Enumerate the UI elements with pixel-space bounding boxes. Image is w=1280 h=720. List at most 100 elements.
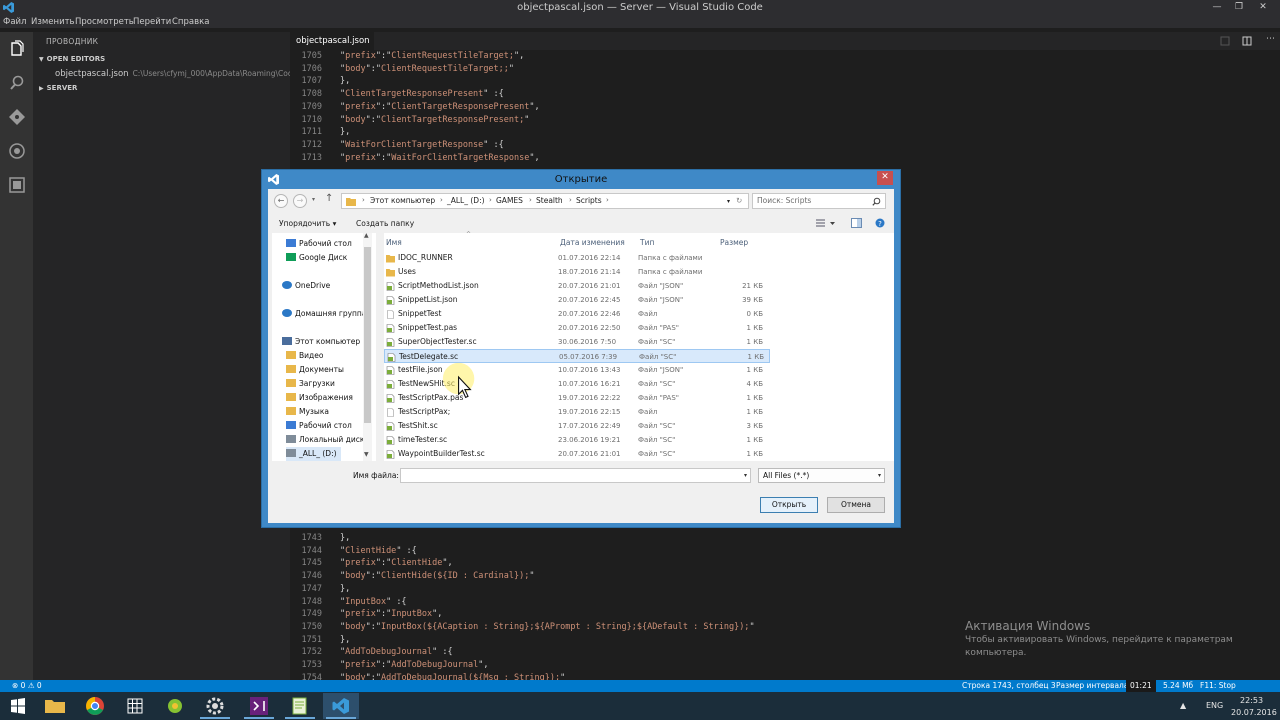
- file-row[interactable]: TestNewSHit.sc 10.07.2016 16:21 Файл "SC" 4…: [384, 377, 770, 391]
- nav-item[interactable]: Google Диск: [286, 251, 347, 265]
- nav-item[interactable]: Рабочий стол: [286, 419, 352, 433]
- new-folder-button[interactable]: Создать папку: [356, 219, 414, 228]
- extensions-icon[interactable]: [8, 176, 26, 194]
- more-actions-icon[interactable]: ⋯: [1266, 34, 1276, 44]
- filename-input[interactable]: ▾: [400, 468, 751, 483]
- scroll-down-icon[interactable]: ▼: [364, 451, 369, 458]
- nav-pane-scroll-thumb[interactable]: [364, 247, 371, 423]
- split-editor-icon[interactable]: [1242, 36, 1252, 46]
- recent-locations-icon[interactable]: ▾: [312, 196, 315, 203]
- menu-go[interactable]: Перейти: [133, 16, 171, 28]
- maximize-button[interactable]: ❐: [1228, 0, 1250, 16]
- search-icon[interactable]: [8, 74, 26, 92]
- breadcrumb-drive-d[interactable]: _ALL_ (D:): [447, 196, 485, 205]
- file-row[interactable]: testFile.json 10.07.2016 13:43 Файл "JSON"…: [384, 363, 770, 377]
- file-explorer-taskbar-button[interactable]: [37, 693, 73, 719]
- keyboard-language[interactable]: ENG: [1206, 701, 1223, 710]
- store-taskbar-button[interactable]: [117, 693, 153, 719]
- nav-item[interactable]: Изображения: [286, 391, 353, 405]
- address-dropdown-icon[interactable]: ▾: [727, 198, 730, 205]
- notepad-taskbar-button[interactable]: [282, 693, 318, 719]
- problems-indicator[interactable]: ⊗ 0 ⚠ 0: [12, 681, 42, 690]
- indentation-status[interactable]: Размер интервала: [1056, 681, 1128, 690]
- organize-button[interactable]: Упорядочить ▾: [279, 219, 336, 228]
- file-row[interactable]: TestDelegate.sc 05.07.2016 7:39 Файл "SC" 1…: [384, 349, 770, 363]
- search-input[interactable]: [757, 196, 865, 205]
- nav-item[interactable]: Этот компьютер: [282, 335, 360, 349]
- file-row[interactable]: SnippetTest.pas 20.07.2016 22:50 Файл "PAS…: [384, 321, 770, 335]
- breadcrumb-this-pc[interactable]: Этот компьютер: [370, 196, 435, 205]
- file-row[interactable]: Uses 18.07.2016 21:14 Папка с файлами: [384, 265, 770, 279]
- file-row[interactable]: TestShit.sc 17.07.2016 22:49 Файл "SC" 3 КБ: [384, 419, 770, 433]
- file-row[interactable]: timeTester.sc 23.06.2016 19:21 Файл "SC" 1 …: [384, 433, 770, 447]
- start-button[interactable]: [0, 693, 36, 719]
- cursor-position[interactable]: Строка 1743, столбец 3: [962, 681, 1056, 690]
- source-control-icon[interactable]: [8, 108, 26, 126]
- nav-item[interactable]: Домашняя группа: [282, 307, 366, 321]
- breadcrumb-scripts[interactable]: Scripts: [576, 196, 602, 205]
- menu-edit[interactable]: Изменить: [31, 16, 75, 28]
- menu-view[interactable]: Просмотреть: [75, 16, 134, 28]
- tray-up-arrow-icon[interactable]: ▲: [1180, 701, 1186, 710]
- view-options-icon[interactable]: [815, 219, 837, 228]
- settings-taskbar-button[interactable]: [197, 693, 233, 719]
- search-icon[interactable]: [872, 197, 881, 206]
- tab-objectpascal-json[interactable]: objectpascal.json: [290, 32, 374, 50]
- file-row[interactable]: IDOC_RUNNER 01.07.2016 22:14 Папка с файла…: [384, 251, 770, 265]
- file-type-filter[interactable]: All Files (*.*) ▾: [758, 468, 885, 483]
- nav-item[interactable]: Рабочий стол: [286, 237, 352, 251]
- nav-item[interactable]: Документы: [286, 363, 344, 377]
- dialog-close-button[interactable]: ✕: [877, 171, 893, 185]
- nav-item[interactable]: Локальный диск: [286, 433, 364, 447]
- file-row[interactable]: TestScriptPax.pas 19.07.2016 22:22 Файл "P…: [384, 391, 770, 405]
- open-editor-item[interactable]: objectpascal.json C:\Users\cfymj_000\AppD…: [55, 69, 304, 79]
- open-button[interactable]: Открыть: [760, 497, 818, 513]
- debug-icon[interactable]: [8, 142, 26, 160]
- chrome-taskbar-button[interactable]: [77, 693, 113, 719]
- file-size: 39 КБ: [742, 296, 763, 304]
- open-changes-icon[interactable]: [1220, 36, 1230, 46]
- close-window-button[interactable]: ✕: [1252, 0, 1274, 16]
- file-row[interactable]: TestScriptPax; 19.07.2016 22:15 Файл 1 КБ: [384, 405, 770, 419]
- breadcrumb-games[interactable]: GAMES: [496, 196, 523, 205]
- cancel-button[interactable]: Отмена: [827, 497, 885, 513]
- clock-time[interactable]: 22:53: [1240, 696, 1263, 705]
- help-icon[interactable]: ?: [875, 218, 885, 228]
- column-header-name[interactable]: Имя: [386, 238, 402, 247]
- visual-studio-taskbar-button[interactable]: [241, 693, 277, 719]
- recording-stop[interactable]: F11: Stop: [1200, 681, 1236, 690]
- column-header-type[interactable]: Тип: [640, 238, 654, 247]
- server-section[interactable]: ▶ SERVER: [39, 84, 77, 92]
- up-folder-icon[interactable]: ↑: [325, 193, 333, 204]
- file-row[interactable]: SnippetTest 20.07.2016 22:46 Файл 0 КБ: [384, 307, 770, 321]
- breadcrumb-stealth[interactable]: Stealth: [536, 196, 563, 205]
- explorer-icon[interactable]: [8, 40, 26, 58]
- nav-item[interactable]: Загрузки: [286, 377, 335, 391]
- search-scripts-box[interactable]: [752, 193, 886, 209]
- game-taskbar-button[interactable]: [157, 693, 193, 719]
- file-row[interactable]: ScriptMethodList.json 20.07.2016 21:01 Фай…: [384, 279, 770, 293]
- menu-help[interactable]: Справка: [172, 16, 209, 28]
- nav-item[interactable]: OneDrive: [282, 279, 330, 293]
- menu-file[interactable]: Файл: [3, 16, 26, 28]
- clock-date[interactable]: 20.07.2016: [1231, 708, 1277, 717]
- file-row[interactable]: SnippetList.json 20.07.2016 22:45 Файл "JS…: [384, 293, 770, 307]
- nav-item[interactable]: _ALL_ (D:): [286, 447, 341, 461]
- scroll-up-icon[interactable]: ▲: [364, 232, 369, 239]
- column-header-size[interactable]: Размер: [720, 238, 748, 247]
- nav-item[interactable]: Видео: [286, 349, 323, 363]
- file-row[interactable]: SuperObjectTester.sc 30.06.2016 7:50 Файл …: [384, 335, 770, 349]
- nav-pane-scrollbar[interactable]: ▲ ▼: [363, 232, 372, 461]
- column-header-date[interactable]: Дата изменения: [560, 238, 625, 247]
- file-row[interactable]: WaypointBuilderTest.sc 20.07.2016 21:01 Фа…: [384, 447, 770, 461]
- address-bar[interactable]: › Этот компьютер › _ALL_ (D:) › GAMES › …: [341, 193, 749, 209]
- filename-dropdown-icon[interactable]: ▾: [744, 472, 747, 479]
- nav-item[interactable]: Музыка: [286, 405, 329, 419]
- open-editors-section[interactable]: ▼ OPEN EDITORS: [39, 55, 105, 63]
- minimize-button[interactable]: —: [1206, 0, 1228, 16]
- vscode-taskbar-button[interactable]: [323, 693, 359, 719]
- back-arrow-icon[interactable]: ←: [274, 194, 288, 208]
- refresh-icon[interactable]: ↻: [736, 196, 742, 205]
- preview-pane-icon[interactable]: [851, 218, 862, 228]
- forward-arrow-icon[interactable]: →: [293, 194, 307, 208]
